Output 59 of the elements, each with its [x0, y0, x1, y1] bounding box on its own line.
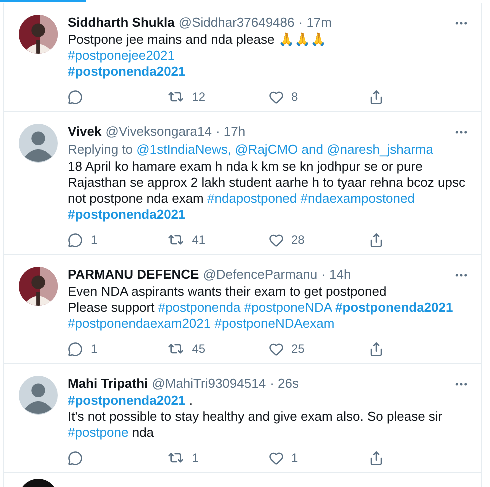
action-count: 12: [192, 90, 206, 104]
like-button[interactable]: [268, 232, 284, 248]
action-count: 28: [292, 232, 305, 248]
hashtag-link[interactable]: #postponenda2021: [68, 64, 186, 79]
tweet-text: Even NDA aspirants wants their exam to get postponed: [68, 284, 388, 300]
action-count: 25: [292, 342, 305, 356]
action-count: 45: [192, 342, 206, 356]
action-count: 1: [91, 232, 98, 248]
like-button[interactable]: [268, 450, 284, 466]
share-button[interactable]: [368, 450, 384, 466]
hashtag-link[interactable]: #postponenda2021: [68, 207, 186, 222]
tweet-time[interactable]: · 14h: [322, 267, 352, 283]
reply-context: Replying to @1stIndiaNews, @RajCMO and @naresh_jsharma: [68, 141, 434, 158]
share-button[interactable]: [368, 232, 384, 248]
tweet-text: Please support #postponenda #postponeNDA #postponenda2021 #postponendaexam2021 #postponeNDAexam: [68, 300, 454, 332]
hashtag-link[interactable]: #ndapostponed: [208, 191, 298, 206]
tweet-text: Postpone jee mains and nda please 🙏🙏🙏: [68, 32, 328, 48]
tweet-text: 18 April ko hamare exam h nda k km se kn jodhpur se or pure Rajasthan se approx 2 lakh student aarhe h to tyaar rehna bcoz upsc not postpone nda exam #ndapostponed #ndaexampostoned #postponenda2021: [68, 159, 466, 223]
share-button[interactable]: [368, 342, 384, 356]
tweet-text: #postponenda2021 .: [68, 393, 194, 409]
tweet-time[interactable]: · 26s: [270, 376, 299, 392]
user-handle[interactable]: @MahiTri93094514: [152, 376, 266, 392]
hashtag-link[interactable]: #postponenda2021: [68, 393, 186, 408]
avatar-icon: [19, 376, 58, 415]
user-handle[interactable]: @Viveksongara14: [106, 124, 212, 140]
tweet-time[interactable]: · 17h: [216, 124, 246, 140]
tweet-text: It's not possible to stay healthy and give exam also. So please sir #postpone nda: [68, 409, 444, 441]
action-count: 8: [292, 90, 298, 104]
tweet-card[interactable]: Siddharth Shukla @Siddhar37649486 · 17m Postpone jee mains and nda please 🙏🙏🙏 #postponejee2021 #postponenda2021 12 8: [4, 3, 481, 112]
hashtag-link[interactable]: #postponendaexam2021: [68, 316, 212, 331]
action-count: 1: [91, 342, 98, 356]
reply-button[interactable]: [68, 450, 83, 466]
action-count: 1: [292, 450, 298, 466]
user-name[interactable]: PARMANU DEFENCE: [68, 267, 200, 283]
hashtag-link[interactable]: #postponejee2021: [68, 48, 175, 63]
action-count: 41: [192, 232, 206, 248]
hashtag-link[interactable]: #postponenda: [158, 300, 241, 315]
action-count: 1: [192, 450, 199, 466]
hashtag-link[interactable]: #postpone: [68, 425, 129, 440]
like-button[interactable]: [268, 90, 284, 104]
user-name[interactable]: Siddharth Shukla: [68, 15, 175, 31]
reply-button[interactable]: [68, 90, 83, 104]
tweet-time[interactable]: · 17m: [298, 15, 332, 31]
hashtag-link[interactable]: #ndaexampostoned: [300, 191, 415, 206]
hashtag-link[interactable]: #postponeNDAexam: [214, 316, 335, 331]
like-button[interactable]: [268, 342, 284, 356]
user-handle[interactable]: @Siddhar37649486: [178, 15, 295, 31]
reply-button[interactable]: [68, 342, 83, 356]
hashtag-link[interactable]: #postponenda2021: [335, 300, 454, 315]
tweet-card[interactable]: Mahi Tripathi @MahiTri93094514 · 26s #postponenda2021 . It's not possible to stay healthy and give exam also. So please sir #postpone nda 1 1: [4, 364, 481, 473]
hashtag-link[interactable]: #postponeNDA: [244, 300, 332, 315]
user-name[interactable]: Vivek: [68, 124, 102, 140]
tweet-card[interactable]: PARMANU DEFENCE @DefenceParmanu · 14h Even NDA aspirants wants their exam to get postponed Please support #postponenda #postponeNDA #postponenda2021 #postponendaexam2021 #postponeNDAexam 1 45 25: [4, 255, 481, 364]
reply-button[interactable]: [68, 232, 83, 248]
avatar-icon: [19, 124, 58, 163]
mention-link[interactable]: @1stIndiaNews, @RajCMO and @naresh_jsharma: [136, 142, 434, 157]
share-button[interactable]: [368, 90, 384, 104]
user-name[interactable]: Mahi Tripathi: [68, 376, 148, 392]
user-handle[interactable]: @DefenceParmanu: [203, 267, 318, 283]
